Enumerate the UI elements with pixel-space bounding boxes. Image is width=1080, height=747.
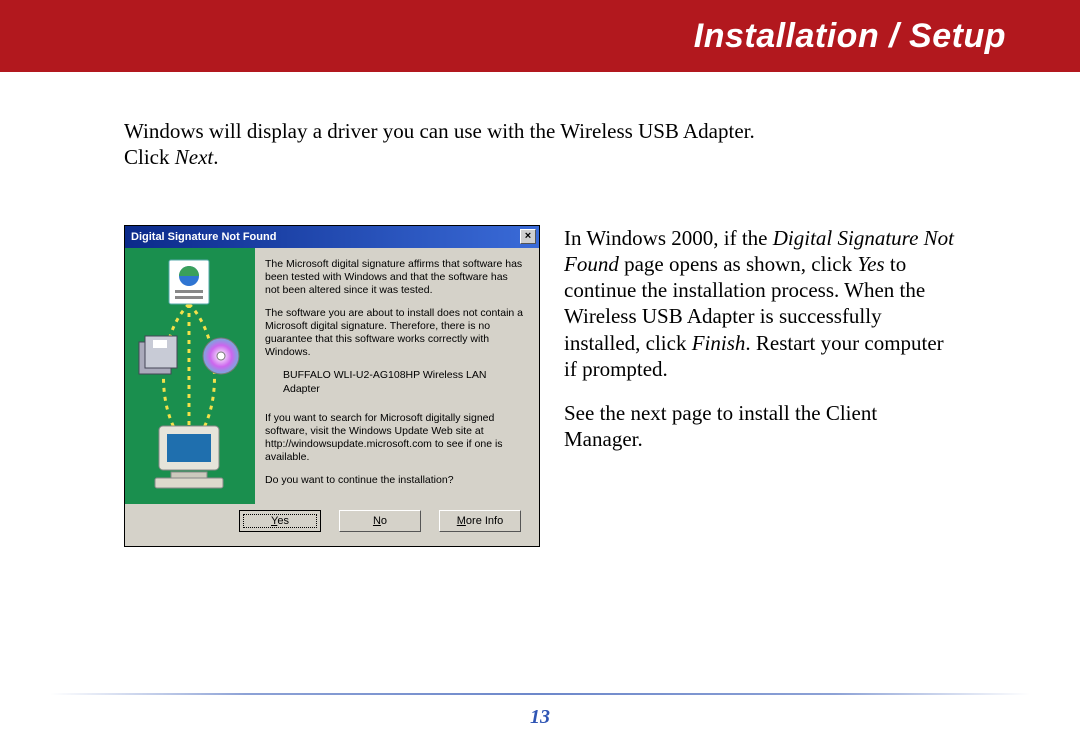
digital-signature-dialog: Digital Signature Not Found × bbox=[124, 225, 540, 547]
dialog-button-row: Yes No More Info bbox=[125, 504, 539, 546]
yes-button[interactable]: Yes bbox=[239, 510, 321, 532]
monitor-icon bbox=[155, 426, 223, 488]
dialog-p1: The Microsoft digital signature affirms … bbox=[265, 258, 525, 297]
floppy-icon bbox=[139, 336, 177, 374]
dialog-device-name: BUFFALO WLI-U2-AG108HP Wireless LAN Adap… bbox=[265, 369, 525, 395]
p1a: In Windows 2000, if the bbox=[564, 226, 773, 250]
two-column-area: Digital Signature Not Found × bbox=[124, 225, 956, 547]
more-rest: ore Info bbox=[466, 515, 503, 527]
no-underline: N bbox=[373, 515, 381, 527]
intro-line2-post: . bbox=[213, 145, 218, 169]
p1b: page opens as shown, click bbox=[619, 252, 858, 276]
dialog-p4: Do you want to continue the installation… bbox=[265, 474, 525, 487]
explain-p1: In Windows 2000, if the Digital Signatur… bbox=[564, 225, 956, 383]
footer-rule bbox=[50, 693, 1030, 695]
dialog-close-button[interactable]: × bbox=[520, 229, 536, 244]
intro-line2-pre: Click bbox=[124, 145, 175, 169]
intro-text: Windows will display a driver you can us… bbox=[124, 118, 956, 171]
dialog-titlebar: Digital Signature Not Found × bbox=[125, 226, 539, 248]
sidebar-illustration-svg bbox=[125, 248, 255, 504]
p1-em2: Yes bbox=[857, 252, 884, 276]
dialog-p2: The software you are about to install do… bbox=[265, 307, 525, 360]
page-title: Installation / Setup bbox=[694, 17, 1006, 56]
manual-page: Installation / Setup Windows will displa… bbox=[0, 0, 1080, 747]
explain-p2: See the next page to install the Client … bbox=[564, 400, 956, 453]
header-band: Installation / Setup bbox=[0, 0, 1080, 72]
intro-line2-em: Next bbox=[175, 145, 213, 169]
page-number: 13 bbox=[0, 706, 1080, 729]
dialog-body: The Microsoft digital signature affirms … bbox=[125, 248, 539, 504]
dialog-title: Digital Signature Not Found bbox=[131, 231, 276, 243]
no-button[interactable]: No bbox=[339, 510, 421, 532]
dialog-text: The Microsoft digital signature affirms … bbox=[255, 248, 539, 504]
document-icon bbox=[169, 260, 209, 304]
cd-icon bbox=[203, 338, 239, 374]
more-underline: M bbox=[457, 515, 466, 527]
dialog-p3: If you want to search for Microsoft digi… bbox=[265, 412, 525, 465]
page-body: Windows will display a driver you can us… bbox=[0, 72, 1080, 547]
yes-rest: es bbox=[277, 515, 289, 527]
more-info-button[interactable]: More Info bbox=[439, 510, 521, 532]
dialog-illustration bbox=[125, 248, 255, 504]
no-rest: o bbox=[381, 515, 387, 527]
explanation-column: In Windows 2000, if the Digital Signatur… bbox=[564, 225, 956, 453]
p1-em3: Finish bbox=[692, 331, 746, 355]
intro-line1: Windows will display a driver you can us… bbox=[124, 119, 755, 143]
